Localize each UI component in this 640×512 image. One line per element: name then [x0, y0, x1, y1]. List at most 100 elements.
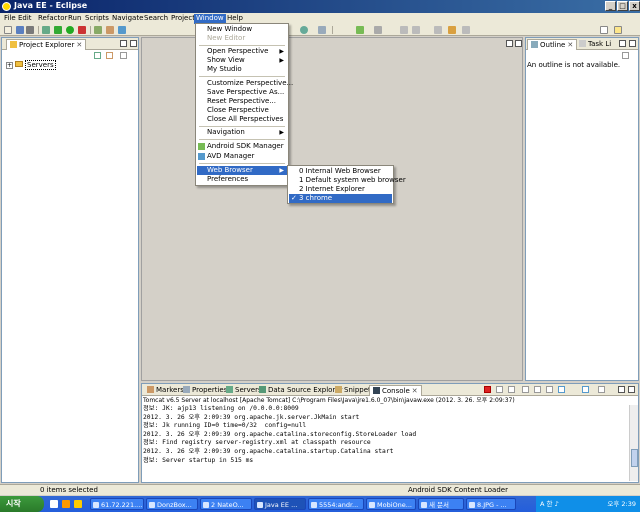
task-button-active[interactable]: Java EE ...: [254, 498, 306, 510]
menu-run[interactable]: Run: [66, 14, 83, 24]
quick-launch-firefox-icon[interactable]: [62, 500, 70, 508]
terminate-icon[interactable]: [484, 386, 491, 393]
menu-item-default-system-browser[interactable]: 1 Default system web browser: [289, 176, 406, 185]
open-console-icon[interactable]: [582, 386, 589, 393]
console-panel: Markers Properties Servers Data Source E…: [141, 383, 639, 483]
close-icon[interactable]: ✕: [76, 41, 82, 49]
menu-item-internet-explorer[interactable]: 2 Internet Explorer: [289, 185, 392, 194]
save-icon[interactable]: [16, 26, 24, 34]
tab-outline[interactable]: Outline ✕: [527, 39, 578, 50]
minimize-view-icon[interactable]: [618, 386, 625, 393]
open-perspective-icon[interactable]: [600, 26, 608, 34]
forward-icon[interactable]: [462, 26, 470, 34]
menu-scripts[interactable]: Scripts: [83, 14, 111, 24]
menu-item-show-view[interactable]: Show View ▶: [197, 56, 287, 65]
task-button[interactable]: 61.72.221....: [90, 498, 144, 510]
menu-item-navigation[interactable]: Navigation ▶: [197, 128, 287, 137]
display-console-icon[interactable]: [558, 386, 565, 393]
run-icon[interactable]: [66, 26, 74, 34]
start-button[interactable]: 시작: [0, 496, 44, 512]
menu-search[interactable]: Search: [142, 14, 170, 24]
menu-item-chrome[interactable]: ✓ 3 chrome: [289, 194, 392, 203]
java-ee-perspective-icon[interactable]: [614, 26, 622, 34]
menu-item-new-window[interactable]: New Window: [197, 25, 287, 34]
menu-navigate[interactable]: Navigate: [110, 14, 145, 24]
quick-launch-ie-icon[interactable]: [50, 500, 58, 508]
external-tools-icon[interactable]: [78, 26, 86, 34]
console-scrollbar[interactable]: [629, 405, 638, 481]
web-browser-icon[interactable]: [300, 26, 308, 34]
expand-icon[interactable]: +: [6, 62, 13, 69]
menu-project[interactable]: Project: [169, 14, 197, 24]
task-button[interactable]: DonzBox...: [146, 498, 198, 510]
collapse-all-icon[interactable]: [94, 52, 101, 59]
task-button[interactable]: 새 문서: [418, 498, 464, 510]
tab-console[interactable]: Console ✕: [369, 385, 422, 396]
tab-label: Console: [382, 387, 410, 395]
menu-item-close-perspective[interactable]: Close Perspective: [197, 106, 287, 115]
menu-edit[interactable]: Edit: [16, 14, 34, 24]
link-with-editor-icon[interactable]: [106, 52, 113, 59]
next-annotation-icon[interactable]: [400, 26, 408, 34]
menu-item-save-perspective-as[interactable]: Save Perspective As...: [197, 88, 287, 97]
prev-annotation-icon[interactable]: [412, 26, 420, 34]
android-icon[interactable]: [356, 26, 364, 34]
maximize-editor-icon[interactable]: [515, 40, 522, 47]
task-button[interactable]: 8.JPG - ...: [466, 498, 516, 510]
tab-project-explorer[interactable]: Project Explorer ✕: [6, 39, 87, 50]
status-bar: 0 items selected Android SDK Content Loa…: [0, 484, 640, 495]
minimize-editor-icon[interactable]: [506, 40, 513, 47]
back-icon[interactable]: [448, 26, 456, 34]
menu-item-preferences[interactable]: Preferences: [197, 175, 287, 184]
menu-item-web-browser[interactable]: Web Browser ▶: [197, 166, 287, 175]
scroll-lock-icon[interactable]: [534, 386, 541, 393]
scrollbar-thumb[interactable]: [631, 449, 638, 467]
tree-item-servers[interactable]: + Servers: [6, 60, 56, 70]
new-project-icon[interactable]: [94, 26, 102, 34]
clock[interactable]: 오후 2:39: [607, 496, 636, 512]
menu-item-close-all-perspectives[interactable]: Close All Perspectives: [197, 115, 287, 124]
debug-icon[interactable]: [54, 26, 62, 34]
task-button[interactable]: MobiOne...: [366, 498, 416, 510]
outline-icon: [531, 41, 538, 48]
view-menu-icon[interactable]: [622, 52, 629, 59]
view-menu-icon[interactable]: [120, 52, 127, 59]
menu-item-reset-perspective[interactable]: Reset Perspective...: [197, 97, 287, 106]
close-icon[interactable]: ✕: [567, 41, 573, 49]
server-icon[interactable]: [42, 26, 50, 34]
menu-item-my-studio[interactable]: My Studio: [197, 65, 287, 74]
menu-item-open-perspective[interactable]: Open Perspective ▶: [197, 47, 287, 56]
minimize-view-icon[interactable]: [120, 40, 127, 47]
tab-task-list[interactable]: Task Li: [576, 39, 614, 50]
ime-indicator[interactable]: A 한 ♪: [540, 496, 559, 512]
maximize-view-icon[interactable]: [130, 40, 137, 47]
menu-item-customize-perspective[interactable]: Customize Perspective...: [197, 79, 293, 88]
close-icon[interactable]: ✕: [412, 387, 418, 395]
minimize-button[interactable]: _: [605, 1, 616, 11]
menu-item-internal-web-browser[interactable]: 0 Internal Web Browser: [289, 167, 392, 176]
annotation-icon[interactable]: [374, 26, 382, 34]
close-button[interactable]: x: [629, 1, 640, 11]
maximize-button[interactable]: □: [617, 1, 628, 11]
quick-launch-folder-icon[interactable]: [74, 500, 82, 508]
view-menu-icon[interactable]: [598, 386, 605, 393]
minimize-view-icon[interactable]: [619, 40, 626, 47]
remove-all-icon[interactable]: [508, 386, 515, 393]
task-button[interactable]: 5554:andr...: [308, 498, 364, 510]
search-icon[interactable]: [318, 26, 326, 34]
console-output[interactable]: 정보: JK: ajp13 listening on /0.0.0.0:8009…: [143, 405, 631, 481]
pin-console-icon[interactable]: [546, 386, 553, 393]
last-edit-icon[interactable]: [434, 26, 442, 34]
menu-refactor[interactable]: Refactor: [36, 14, 69, 24]
clear-console-icon[interactable]: [522, 386, 529, 393]
menu-item-android-sdk-manager[interactable]: Android SDK Manager: [197, 142, 287, 151]
menu-item-avd-manager[interactable]: AVD Manager: [197, 152, 287, 161]
print-icon[interactable]: [26, 26, 34, 34]
new-package-icon[interactable]: [106, 26, 114, 34]
maximize-view-icon[interactable]: [628, 386, 635, 393]
remove-launch-icon[interactable]: [496, 386, 503, 393]
new-class-icon[interactable]: [118, 26, 126, 34]
maximize-view-icon[interactable]: [629, 40, 636, 47]
new-icon[interactable]: [4, 26, 12, 34]
task-button[interactable]: 2 NateO...: [200, 498, 252, 510]
